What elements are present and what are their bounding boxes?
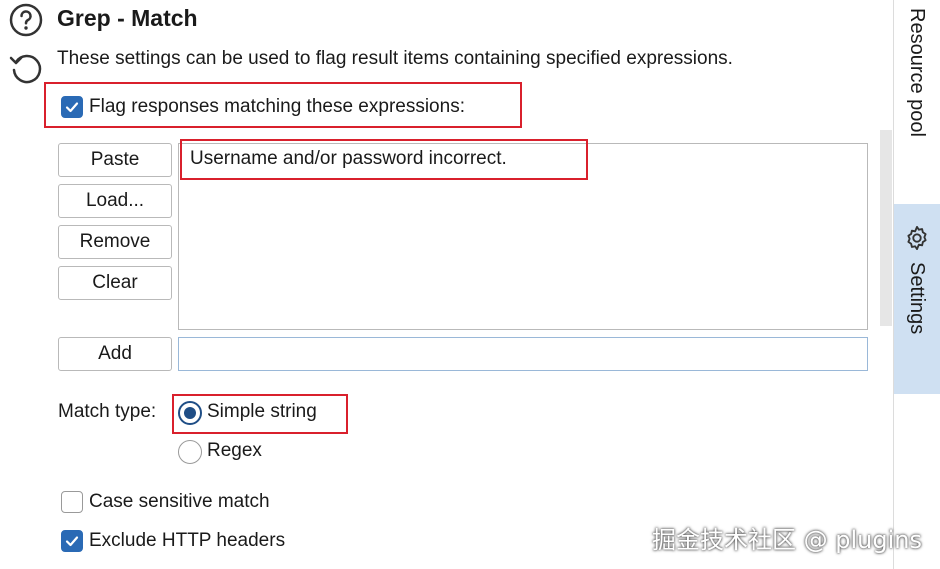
paste-button[interactable]: Paste: [58, 143, 172, 177]
simple-string-label: Simple string: [207, 401, 317, 422]
regex-label: Regex: [207, 440, 262, 461]
simple-string-radio[interactable]: [178, 401, 202, 425]
section-description: These settings can be used to flag resul…: [57, 48, 733, 69]
case-sensitive-label: Case sensitive match: [89, 491, 270, 512]
case-sensitive-checkbox[interactable]: [61, 491, 83, 513]
tab-resource-pool-label: Resource pool: [906, 8, 928, 137]
check-icon: [65, 102, 79, 113]
scrollbar[interactable]: [880, 130, 892, 326]
check-icon: [65, 536, 79, 547]
match-type-label: Match type:: [58, 401, 157, 422]
reset-icon[interactable]: [8, 50, 44, 86]
flag-responses-label: Flag responses matching these expression…: [89, 96, 465, 117]
page-title: Grep - Match: [57, 5, 198, 31]
add-button[interactable]: Add: [58, 337, 172, 371]
list-item[interactable]: Username and/or password incorrect.: [190, 145, 507, 173]
watermark: 掘金技术社区 @ plugins: [652, 526, 922, 554]
regex-radio[interactable]: [178, 440, 202, 464]
clear-button[interactable]: Clear: [58, 266, 172, 300]
exclude-headers-label: Exclude HTTP headers: [89, 530, 286, 551]
gear-icon: [907, 225, 927, 251]
remove-button[interactable]: Remove: [58, 225, 172, 259]
tab-settings-label: Settings: [906, 262, 928, 335]
help-icon[interactable]: [8, 2, 44, 38]
flag-responses-checkbox[interactable]: [61, 96, 83, 118]
load-button[interactable]: Load...: [58, 184, 172, 218]
exclude-headers-checkbox[interactable]: [61, 530, 83, 552]
add-expression-input[interactable]: [178, 337, 868, 371]
tab-settings[interactable]: Settings: [894, 204, 940, 394]
tab-resource-pool[interactable]: Resource pool: [894, 0, 940, 200]
